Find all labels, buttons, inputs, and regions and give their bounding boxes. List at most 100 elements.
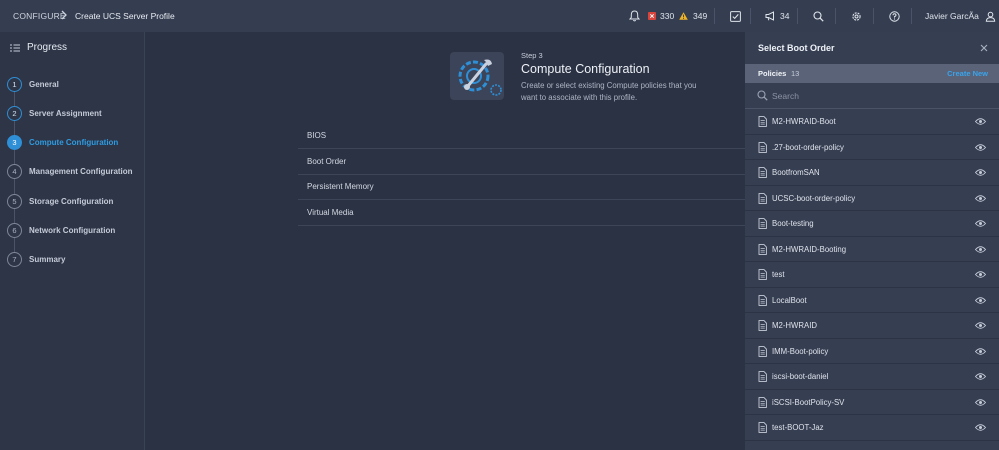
policy-name: M2-HWRAID	[772, 321, 818, 330]
warnings-button[interactable]: 349	[679, 8, 707, 24]
eye-icon[interactable]	[975, 245, 986, 253]
policy-name: iscsi-boot-daniel	[772, 372, 829, 381]
step-number: 7	[7, 251, 22, 267]
step-label: Compute Configuration	[29, 137, 119, 147]
step-server-assignment[interactable]: 2 Server Assignment	[7, 105, 102, 121]
create-new-link[interactable]: Create New	[947, 69, 988, 78]
step-compute-configuration[interactable]: 3 Compute Configuration	[7, 134, 118, 150]
breadcrumb-configure[interactable]: CONFIGURE	[13, 11, 66, 21]
step-general[interactable]: 1 General	[7, 76, 59, 92]
document-icon	[758, 320, 767, 331]
policy-name: iSCSI-BootPolicy-SV	[772, 397, 845, 407]
help-button[interactable]	[889, 8, 900, 24]
gear-wrench-icon	[450, 52, 504, 100]
eye-icon[interactable]	[975, 194, 986, 202]
eye-icon[interactable]	[975, 118, 986, 125]
step-number: 1	[7, 76, 22, 92]
eye-icon[interactable]	[975, 143, 986, 151]
divider	[835, 8, 836, 24]
eye-icon[interactable]	[975, 169, 986, 176]
close-icon[interactable]	[979, 43, 989, 53]
user-menu[interactable]: Javier GarcÃa	[925, 8, 996, 24]
policy-row-persistent-memory[interactable]: Persistent Memory	[298, 174, 745, 200]
divider	[911, 8, 912, 24]
tasks-icon	[730, 10, 741, 22]
critical-alarms-button[interactable]: 330	[648, 8, 674, 24]
policy-row-bios[interactable]: BIOS	[298, 123, 745, 149]
policy-row-boot-order[interactable]: Boot Order	[298, 149, 745, 175]
document-icon	[758, 192, 767, 204]
search-input[interactable]	[772, 87, 972, 105]
settings-button[interactable]	[851, 8, 862, 24]
progress-title: Progress	[27, 42, 68, 53]
list-item[interactable]: iscsi-boot-daniel	[745, 364, 999, 390]
eye-icon[interactable]	[975, 271, 986, 278]
chevron-right-icon	[61, 10, 67, 20]
search-icon	[813, 10, 824, 22]
user-name: Javier GarcÃa	[925, 11, 979, 21]
document-icon	[758, 167, 767, 178]
document-icon	[758, 294, 767, 306]
list-item[interactable]: BootfromSAN	[745, 160, 999, 186]
boot-order-policy-list: M2-HWRAID-Boot .27-boot-order-policy Bootf…	[745, 109, 999, 441]
step-label: Summary	[29, 254, 66, 264]
document-icon	[758, 243, 767, 255]
eye-icon[interactable]	[975, 220, 986, 227]
step-indicator: Step 3	[521, 51, 543, 60]
top-bar: CONFIGURE Create UCS Server Profile 330 …	[0, 0, 999, 32]
list-item[interactable]: M2-HWRAID-Boot	[745, 109, 999, 135]
list-item[interactable]: Boot-testing	[745, 211, 999, 237]
step-storage-configuration[interactable]: 5 Storage Configuration	[7, 193, 113, 209]
select-boot-order-drawer: Select Boot Order Policies 13 Create New…	[745, 32, 999, 450]
eye-icon[interactable]	[975, 347, 986, 355]
step-management-configuration[interactable]: 4 Management Configuration	[7, 163, 133, 179]
eye-icon[interactable]	[975, 296, 986, 304]
list-item[interactable]: test	[745, 262, 999, 288]
warning-icon	[679, 12, 688, 20]
list-item[interactable]: M2-HWRAID-Booting	[745, 237, 999, 262]
announcements-button[interactable]: 34	[765, 8, 789, 24]
document-icon	[758, 269, 767, 280]
policy-name: BootfromSAN	[772, 168, 820, 177]
list-item[interactable]: M2-HWRAID	[745, 313, 999, 339]
policy-row-virtual-media[interactable]: Virtual Media	[298, 200, 745, 226]
search-icon	[757, 90, 768, 101]
document-icon	[758, 371, 767, 382]
critical-count: 330	[660, 11, 675, 21]
document-icon	[758, 345, 767, 357]
divider	[750, 8, 751, 24]
policies-count: 13	[791, 69, 800, 78]
eye-icon[interactable]	[975, 424, 986, 431]
warning-count: 349	[693, 11, 708, 21]
list-icon	[10, 44, 20, 52]
tasks-button[interactable]	[730, 8, 741, 24]
document-icon	[758, 141, 767, 153]
global-search-button[interactable]	[813, 8, 824, 24]
list-item[interactable]: test-BOOT-Jaz	[745, 415, 999, 441]
gear-icon	[852, 11, 861, 21]
divider	[797, 8, 798, 24]
list-item[interactable]: iSCSI-BootPolicy-SV	[745, 390, 999, 415]
document-icon	[758, 422, 767, 433]
notifications-button[interactable]	[629, 8, 640, 24]
step-network-configuration[interactable]: 6 Network Configuration	[7, 222, 115, 238]
critical-alarm-icon	[648, 12, 656, 20]
list-item[interactable]: UCSC-boot-order-policy	[745, 186, 999, 211]
policy-name: M2-HWRAID-Boot	[772, 117, 836, 126]
step-number: 4	[7, 163, 22, 179]
bell-icon	[629, 10, 640, 22]
eye-icon[interactable]	[975, 322, 986, 329]
policy-label: BIOS	[307, 131, 327, 140]
list-item[interactable]: IMM-Boot-policy	[745, 339, 999, 364]
section-title: Compute Configuration	[521, 62, 650, 76]
section-description: Create or select existing Compute polici…	[521, 81, 697, 102]
step-summary[interactable]: 7 Summary	[7, 251, 65, 267]
eye-icon[interactable]	[975, 373, 986, 380]
policy-name: UCSC-boot-order-policy	[772, 193, 856, 203]
list-item[interactable]: LocalBoot	[745, 288, 999, 313]
list-item[interactable]: .27-boot-order-policy	[745, 135, 999, 160]
announcement-count: 34	[780, 11, 790, 21]
step-label: General	[29, 79, 59, 89]
eye-icon[interactable]	[975, 398, 986, 406]
policy-label: Persistent Memory	[307, 182, 374, 191]
